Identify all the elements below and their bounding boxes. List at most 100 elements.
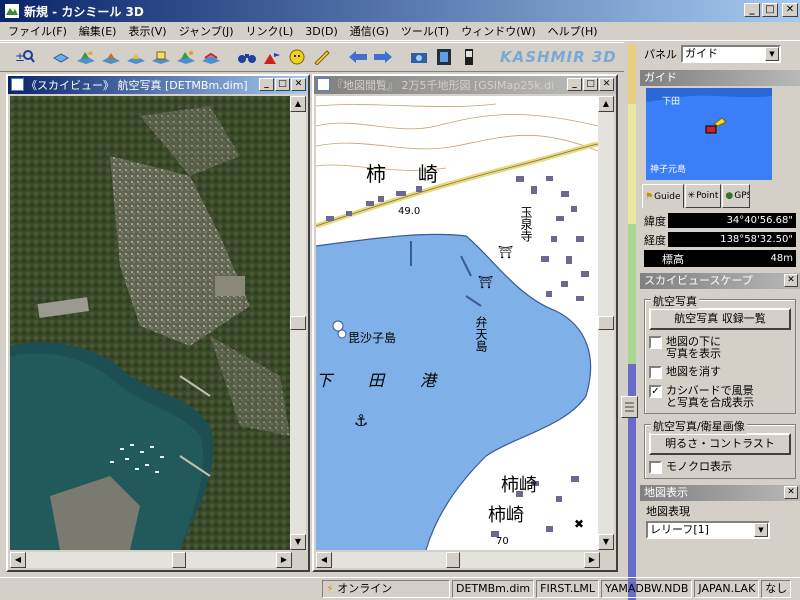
map-vertical-scrollbar[interactable]: ▲ ▼ xyxy=(598,96,614,550)
status-bar: ⚡ オンライン DETMBm.dim FIRST.LML YAMADBW.NDB… xyxy=(0,577,800,600)
checkbox-hide-map[interactable] xyxy=(649,366,662,379)
mapdisp-title: 地図表示 xyxy=(644,486,688,499)
check-kashbird[interactable]: ✓ カシバードで風景と写真を合成表示 xyxy=(649,385,791,409)
scroll-down-button[interactable]: ▼ xyxy=(290,534,306,550)
checkbox-monochrome[interactable] xyxy=(649,461,662,474)
face-icon[interactable] xyxy=(286,46,308,68)
status-pane-none: なし xyxy=(761,580,792,598)
map-titlebar: 『地図閲覧』 2万5千地形図 [GSIMap25k.di _ □ ✕ xyxy=(314,76,616,94)
checkbox-under-map[interactable] xyxy=(649,336,662,349)
terrain-c-icon[interactable] xyxy=(125,46,147,68)
map-label-shimodako: 下 田 港 xyxy=(316,371,446,390)
scroll-left-button[interactable]: ◀ xyxy=(10,552,26,568)
elevation-label: 標高 xyxy=(662,252,684,266)
camera-icon[interactable] xyxy=(408,46,430,68)
film-icon[interactable] xyxy=(433,46,455,68)
brightness-contrast-button[interactable]: 明るさ・コントラスト xyxy=(649,433,791,455)
check-under-map[interactable]: 地図の下に写真を表示 xyxy=(649,336,791,360)
map-label-bishamon: 毘沙子島 xyxy=(348,330,396,345)
mapdisp-label: 地図表現 xyxy=(646,505,690,518)
forward-arrow-icon[interactable] xyxy=(372,46,394,68)
maximize-button[interactable]: □ xyxy=(762,3,778,17)
menu-jump[interactable]: ジャンプ(J) xyxy=(173,23,240,39)
skyview-horizontal-scrollbar[interactable]: ◀ ▶ xyxy=(10,552,292,568)
scroll-thumb[interactable] xyxy=(598,316,614,330)
scroll-left-button[interactable]: ◀ xyxy=(316,552,332,568)
lightning-icon: ⚡ xyxy=(326,582,334,595)
scroll-thumb[interactable] xyxy=(172,552,186,568)
menu-tools[interactable]: ツール(T) xyxy=(395,23,455,39)
minimap-place-shimoda: 下田 xyxy=(662,97,681,107)
check-hide-map[interactable]: 地図を消す xyxy=(649,366,791,379)
topo-map[interactable]: 柿 崎 49.0 玉泉寺 弁天島 毘沙子島 下 田 港 柿崎 柿崎 70 ⚓ ⛩… xyxy=(316,96,598,550)
mountain-flag-icon[interactable] xyxy=(261,46,283,68)
chevron-down-icon[interactable]: ▼ xyxy=(754,523,768,537)
chevron-down-icon[interactable]: ▼ xyxy=(765,47,779,61)
menu-view[interactable]: 表示(V) xyxy=(122,23,172,39)
menu-comm[interactable]: 通信(G) xyxy=(344,23,395,39)
satellite-group-label: 航空写真/衛星画像 xyxy=(651,418,747,434)
skyview-close-button[interactable]: ✕ xyxy=(291,78,306,91)
zoom-search-icon[interactable]: ± xyxy=(14,46,36,68)
panel-splitter[interactable] xyxy=(621,396,638,418)
status-pane-lak: JAPAN.LAK xyxy=(694,580,760,598)
checkbox-kashbird[interactable]: ✓ xyxy=(649,385,662,398)
menu-help[interactable]: ヘルプ(H) xyxy=(542,23,604,39)
back-arrow-icon[interactable] xyxy=(347,46,369,68)
tab-gps[interactable]: ●GPS xyxy=(722,184,751,208)
scroll-up-button[interactable]: ▲ xyxy=(290,96,306,112)
layer-icon[interactable] xyxy=(50,46,72,68)
map-close-button[interactable]: ✕ xyxy=(599,78,614,91)
skyview-vertical-scrollbar[interactable]: ▲ ▼ xyxy=(290,96,306,550)
latitude-value: 34°40'56.68" xyxy=(668,213,796,228)
close-button[interactable]: ✕ xyxy=(782,3,798,17)
menu-window[interactable]: ウィンドウ(W) xyxy=(455,23,541,39)
scroll-right-button[interactable]: ▶ xyxy=(276,552,292,568)
tab-guide[interactable]: ⚑ Guide xyxy=(642,184,684,208)
aerial-photo[interactable] xyxy=(10,96,290,550)
menu-file[interactable]: ファイル(F) xyxy=(2,23,73,39)
ruler-icon[interactable] xyxy=(311,46,333,68)
kashmir-logo: KASHMIR 3D xyxy=(500,48,617,66)
terrain-d-icon[interactable] xyxy=(150,46,172,68)
map-minimize-button[interactable]: _ xyxy=(567,78,582,91)
globe-icon: ● xyxy=(725,191,734,201)
map-window-icon xyxy=(317,78,330,91)
map-label-gyokusenji: 玉泉寺 xyxy=(519,206,533,242)
binoculars-icon[interactable] xyxy=(236,46,258,68)
terrain-b-icon[interactable] xyxy=(100,46,122,68)
map-label-kakizaki-2: 柿崎 xyxy=(501,475,537,496)
map-maximize-button[interactable]: □ xyxy=(583,78,598,91)
guide-minimap[interactable]: 下田 神子元島 xyxy=(646,88,772,180)
temple-symbol-icon: ✖ xyxy=(574,517,584,531)
menu-3d[interactable]: 3D(D) xyxy=(299,25,344,38)
scroll-up-button[interactable]: ▲ xyxy=(598,96,614,112)
latitude-label: 緯度 xyxy=(644,214,666,228)
aerial-group-label: 航空写真 xyxy=(651,293,699,309)
minimize-button[interactable]: _ xyxy=(744,3,760,17)
app-titlebar: 新規 - カシミール 3D _ □ ✕ xyxy=(0,0,800,22)
map-horizontal-scrollbar[interactable]: ◀ ▶ xyxy=(316,552,600,568)
mapdisp-section-close-button[interactable]: ✕ xyxy=(784,486,798,499)
aerial-list-button[interactable]: 航空写真 収録一覧 xyxy=(649,308,791,330)
scroll-down-button[interactable]: ▼ xyxy=(598,534,614,550)
scroll-right-button[interactable]: ▶ xyxy=(584,552,600,568)
check-monochrome[interactable]: モノクロ表示 xyxy=(649,461,791,474)
terrain-a-icon[interactable] xyxy=(75,46,97,68)
anchor-symbol-icon: ⚓ xyxy=(354,411,368,430)
scroll-thumb[interactable] xyxy=(446,552,460,568)
guide-section-header: ガイド xyxy=(640,70,800,86)
tab-point[interactable]: ✳ Point xyxy=(684,184,722,208)
menu-edit[interactable]: 編集(E) xyxy=(73,23,123,39)
terrain-e-icon[interactable] xyxy=(175,46,197,68)
scroll-thumb[interactable] xyxy=(290,316,306,330)
skyview-maximize-button[interactable]: □ xyxy=(275,78,290,91)
skyview-section-close-button[interactable]: ✕ xyxy=(784,274,798,287)
panel-select[interactable]: ガイド ▼ xyxy=(681,45,781,63)
skyview-minimize-button[interactable]: _ xyxy=(259,78,274,91)
gps-device-icon[interactable] xyxy=(458,46,480,68)
terrain-f-icon[interactable] xyxy=(200,46,222,68)
relief-select[interactable]: レリーフ[1] ▼ xyxy=(646,521,770,539)
menu-link[interactable]: リンク(L) xyxy=(240,23,300,39)
mapdisp-section-header: 地図表示 ✕ xyxy=(640,485,800,501)
